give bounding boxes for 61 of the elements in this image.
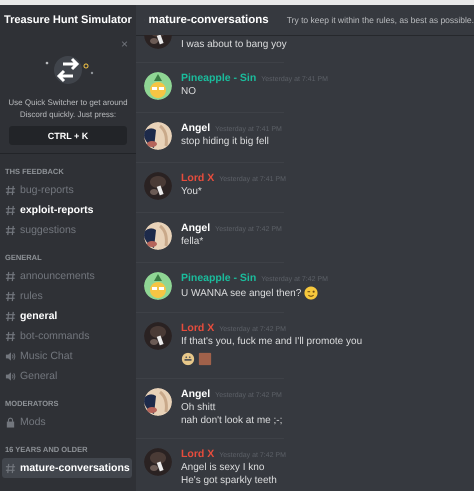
message-text: U WANNA see angel then? [181, 288, 302, 298]
message-text: nah don't look at me ;-; [181, 415, 282, 426]
hash-icon [5, 270, 16, 282]
message-text: You* [181, 186, 202, 197]
close-button[interactable]: × [120, 37, 128, 51]
hash-icon [5, 204, 16, 216]
message-text: Oh shitt [181, 402, 216, 413]
speaker-icon [5, 370, 16, 382]
author-name[interactable]: Lord X [181, 172, 214, 184]
channel-name: announcements [20, 270, 95, 282]
channel-item[interactable]: exploit-reports [2, 200, 132, 220]
author-name[interactable]: Lord X [181, 322, 214, 334]
wink-emoji-icon [304, 286, 318, 300]
channel-name: general [20, 310, 58, 322]
channel-name: mature-conversations [20, 462, 130, 474]
hash-icon [5, 184, 16, 196]
channel-name: General [20, 370, 58, 382]
channel-title: mature-conversations [148, 14, 269, 26]
server-header[interactable]: Treasure Hunt Simulator [0, 5, 136, 35]
channel-item[interactable]: general [2, 306, 132, 326]
channel-item[interactable]: announcements [2, 266, 132, 286]
channel-name: suggestions [20, 224, 76, 236]
channel-name: Mods [20, 416, 46, 428]
face-emoji-icon [181, 352, 195, 366]
hash-icon [5, 310, 16, 322]
channel-item[interactable]: rules [2, 286, 132, 306]
message-text: Angel is sexy I kno [181, 462, 264, 473]
square-emoji-icon [198, 352, 212, 366]
channel-name: bug-reports [20, 184, 74, 196]
author-name[interactable]: Angel [181, 222, 210, 234]
author-name[interactable]: Angel [181, 122, 210, 134]
channel-item[interactable]: Music Chat [2, 346, 132, 366]
message-text: NO [181, 86, 196, 97]
channel-item[interactable]: bug-reports [2, 180, 132, 200]
quick-switcher-tip: Use Quick Switcher to get around Discord quickly. Just press: [7, 97, 129, 121]
message-text: stop hiding it big fell [181, 136, 269, 147]
channel-name: rules [20, 290, 43, 302]
speaker-icon [5, 350, 16, 362]
message-text: I was about to bang yoy [181, 39, 287, 50]
channel-name: bot-commands [20, 330, 90, 342]
lock-icon [5, 416, 16, 428]
channel-topic: Try to keep it within the rules, as best as possible. [286, 15, 474, 25]
channel-item[interactable]: General [2, 366, 132, 386]
author-name[interactable]: Pineapple - Sin [181, 272, 256, 284]
hash-icon [5, 330, 16, 342]
message-text: fella* [181, 236, 204, 247]
channel-item[interactable]: bot-commands [2, 326, 132, 346]
author-name[interactable]: Pineapple - Sin [181, 72, 256, 84]
message-text: If that's you, fuck me and I'll promote you [181, 336, 362, 347]
author-name[interactable]: Lord X [181, 448, 214, 460]
channel-item[interactable]: suggestions [2, 220, 132, 240]
hash-icon [5, 462, 16, 474]
shortcut-button[interactable]: CTRL + K [9, 126, 127, 145]
hash-icon [5, 290, 16, 302]
hash-icon [5, 224, 16, 236]
channel-name: exploit-reports [20, 204, 94, 216]
channel-item[interactable]: mature-conversations [2, 458, 132, 478]
message-text: He's got sparkly teeth [181, 475, 277, 486]
channel-item[interactable]: Mods [2, 412, 132, 432]
author-name[interactable]: Angel [181, 388, 210, 400]
channel-name: Music Chat [20, 350, 73, 362]
